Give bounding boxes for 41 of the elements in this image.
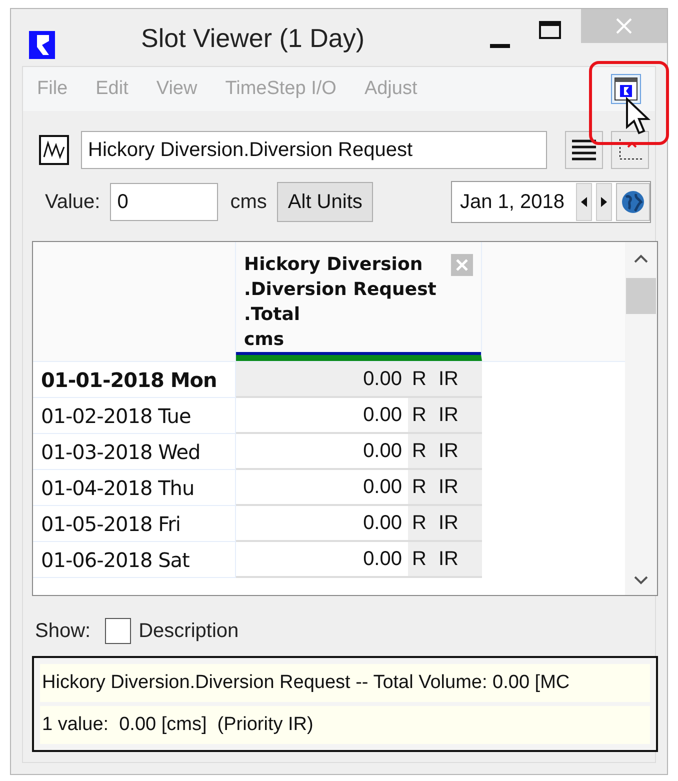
scrollbar-thumb[interactable] xyxy=(626,278,656,314)
value-field[interactable]: 0 xyxy=(110,183,218,221)
description-checkbox[interactable] xyxy=(104,618,131,644)
window-title: Slot Viewer (1 Day) xyxy=(141,23,364,54)
window-toolbar-button[interactable] xyxy=(611,74,641,104)
right-triangle-icon xyxy=(601,197,607,207)
plot-button[interactable] xyxy=(611,131,649,169)
scroll-down-icon[interactable] xyxy=(634,575,648,585)
column-header-text: .Total xyxy=(244,303,300,327)
slot-name-field[interactable]: Hickory Diversion.Diversion Request xyxy=(81,131,547,169)
flag-cell: R IR xyxy=(408,398,482,434)
alt-units-button[interactable]: Alt Units xyxy=(276,182,374,222)
column-header-text: cms xyxy=(244,328,284,352)
description-label: Description xyxy=(138,620,239,642)
next-button[interactable] xyxy=(596,183,612,221)
lines-icon xyxy=(570,138,598,162)
left-triangle-icon xyxy=(581,197,587,207)
globe-button[interactable] xyxy=(616,183,650,221)
close-icon xyxy=(616,18,632,34)
window-icon xyxy=(614,77,638,101)
flag-cell: R IR xyxy=(408,542,482,578)
maximize-icon xyxy=(539,21,561,39)
list-view-button[interactable] xyxy=(565,131,603,169)
scrollbar[interactable] xyxy=(625,242,657,595)
column-header-text: .Diversion Request xyxy=(244,278,436,302)
flag-cell: R IR xyxy=(408,434,482,470)
minimize-icon xyxy=(490,44,510,48)
column-header-text: Hickory Diversion xyxy=(244,253,423,277)
flag-cell: R IR xyxy=(408,470,482,506)
globe-icon xyxy=(621,190,645,214)
chart-icon xyxy=(39,135,69,165)
flag-cell: R IR xyxy=(408,362,482,398)
flag-cell: R IR xyxy=(408,506,482,542)
app-logo-icon xyxy=(29,31,55,59)
previous-button[interactable] xyxy=(576,183,592,221)
scroll-up-icon[interactable] xyxy=(634,254,648,264)
show-label: Show: xyxy=(35,620,91,642)
units-label: cms xyxy=(230,190,267,214)
value-cell[interactable]: 0.00 xyxy=(236,362,408,398)
value-label: Value: xyxy=(45,190,100,214)
close-icon xyxy=(455,258,469,272)
